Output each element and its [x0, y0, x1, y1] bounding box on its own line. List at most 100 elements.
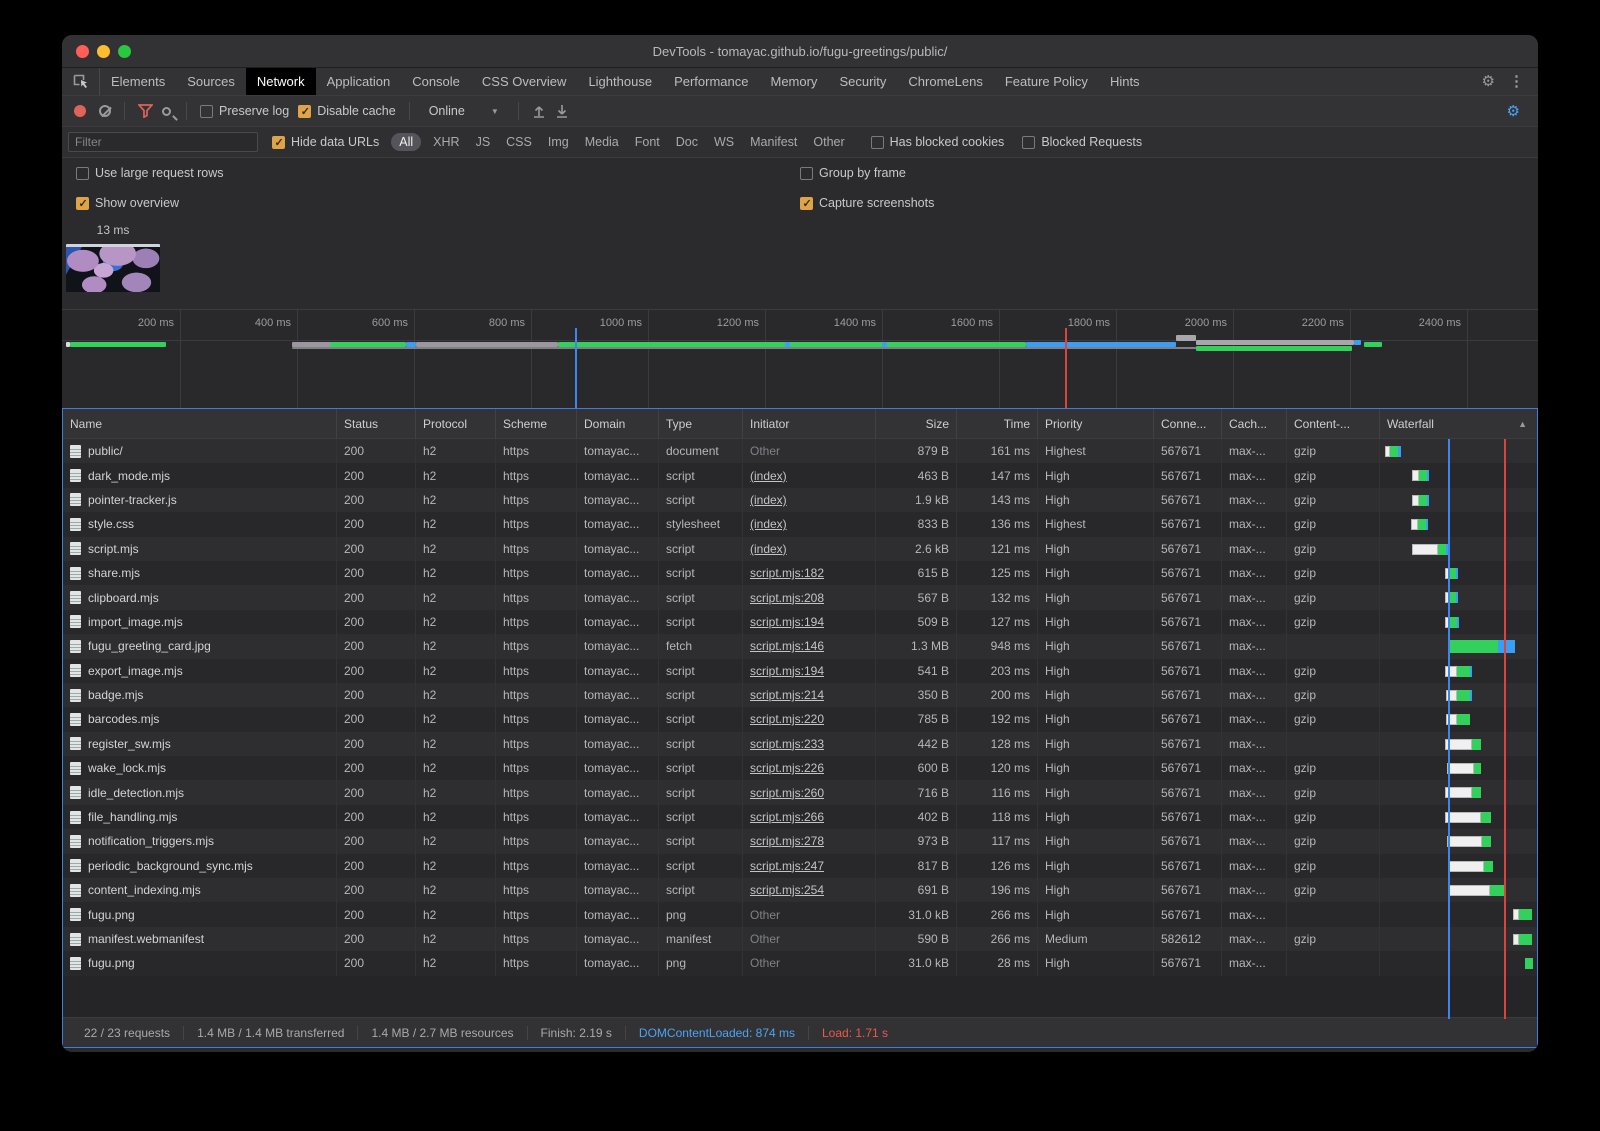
table-row[interactable]: fugu_greeting_card.jpg200h2httpstomayac.… — [63, 634, 1537, 658]
type-filter-ws[interactable]: WS — [706, 135, 742, 149]
request-name[interactable]: fugu.png — [88, 908, 135, 922]
export-har-icon[interactable] — [555, 104, 569, 118]
table-row[interactable]: clipboard.mjs200h2httpstomayac...scripts… — [63, 585, 1537, 609]
table-row[interactable]: share.mjs200h2httpstomayac...scriptscrip… — [63, 561, 1537, 585]
table-row[interactable]: barcodes.mjs200h2httpstomayac...scriptsc… — [63, 707, 1537, 731]
table-row[interactable]: register_sw.mjs200h2httpstomayac...scrip… — [63, 732, 1537, 756]
initiator-link[interactable]: script.mjs:266 — [750, 810, 824, 824]
type-filter-js[interactable]: JS — [468, 135, 499, 149]
tab-application[interactable]: Application — [316, 68, 402, 95]
initiator-link[interactable]: script.mjs:278 — [750, 834, 824, 848]
initiator-link[interactable]: script.mjs:194 — [750, 615, 824, 629]
column-header-domain[interactable]: Domain — [577, 409, 659, 438]
network-settings-gear-icon[interactable]: ⚙ — [1507, 102, 1526, 120]
hide-data-urls-checkbox[interactable]: Hide data URLs — [272, 135, 379, 149]
request-name[interactable]: manifest.webmanifest — [88, 932, 204, 946]
initiator-link[interactable]: (index) — [750, 469, 787, 483]
type-filter-manifest[interactable]: Manifest — [742, 135, 805, 149]
column-header-waterfall[interactable]: Waterfall▲ — [1380, 409, 1537, 438]
table-row[interactable]: fugu.png200h2httpstomayac...pngOther31.0… — [63, 951, 1537, 975]
initiator-link[interactable]: script.mjs:182 — [750, 566, 824, 580]
request-name[interactable]: register_sw.mjs — [88, 737, 171, 751]
tab-css-overview[interactable]: CSS Overview — [471, 68, 578, 95]
type-filter-media[interactable]: Media — [577, 135, 627, 149]
table-row[interactable]: notification_triggers.mjs200h2httpstomay… — [63, 829, 1537, 853]
table-row[interactable]: manifest.webmanifest200h2httpstomayac...… — [63, 927, 1537, 951]
column-header-status[interactable]: Status — [337, 409, 416, 438]
tab-elements[interactable]: Elements — [100, 68, 176, 95]
type-filter-all[interactable]: All — [391, 133, 421, 151]
screenshot-thumbnail[interactable] — [66, 244, 160, 292]
table-row[interactable]: file_handling.mjs200h2httpstomayac...scr… — [63, 805, 1537, 829]
tab-hints[interactable]: Hints — [1099, 68, 1151, 95]
group-by-frame-checkbox[interactable]: Group by frame — [800, 166, 906, 180]
initiator-link[interactable]: script.mjs:194 — [750, 664, 824, 678]
timeline-overview[interactable]: 200 ms400 ms600 ms800 ms1000 ms1200 ms14… — [62, 310, 1538, 408]
column-header-priority[interactable]: Priority — [1038, 409, 1154, 438]
clear-icon[interactable] — [99, 105, 111, 117]
table-row[interactable]: public/200h2httpstomayac...documentOther… — [63, 439, 1537, 463]
column-header-connection[interactable]: Conne... — [1154, 409, 1222, 438]
column-header-name[interactable]: Name — [63, 409, 337, 438]
table-row[interactable]: content_indexing.mjs200h2httpstomayac...… — [63, 878, 1537, 902]
more-options-icon[interactable]: ⋮ — [1509, 74, 1524, 89]
minimize-window-button[interactable] — [97, 45, 110, 58]
initiator-link[interactable]: (index) — [750, 517, 787, 531]
request-name[interactable]: badge.mjs — [88, 688, 143, 702]
close-window-button[interactable] — [76, 45, 89, 58]
table-row[interactable]: dark_mode.mjs200h2httpstomayac...script(… — [63, 463, 1537, 487]
initiator-link[interactable]: script.mjs:220 — [750, 712, 824, 726]
initiator-link[interactable]: script.mjs:247 — [750, 859, 824, 873]
table-row[interactable]: badge.mjs200h2httpstomayac...scriptscrip… — [63, 683, 1537, 707]
column-header-type[interactable]: Type — [659, 409, 743, 438]
type-filter-doc[interactable]: Doc — [668, 135, 706, 149]
column-header-time[interactable]: Time — [957, 409, 1038, 438]
show-overview-checkbox[interactable]: Show overview — [76, 196, 179, 210]
tab-memory[interactable]: Memory — [759, 68, 828, 95]
search-icon[interactable] — [162, 107, 171, 116]
tab-performance[interactable]: Performance — [663, 68, 759, 95]
throttling-select[interactable]: Online ▼ — [423, 104, 505, 118]
column-header-initiator[interactable]: Initiator — [743, 409, 876, 438]
request-name[interactable]: dark_mode.mjs — [88, 469, 170, 483]
type-filter-img[interactable]: Img — [540, 135, 577, 149]
filter-input[interactable] — [68, 132, 258, 152]
use-large-request-rows-checkbox[interactable]: Use large request rows — [76, 166, 224, 180]
request-name[interactable]: pointer-tracker.js — [88, 493, 177, 507]
preserve-log-checkbox[interactable]: Preserve log — [200, 104, 289, 118]
filter-funnel-icon[interactable] — [138, 104, 153, 118]
type-filter-xhr[interactable]: XHR — [425, 135, 467, 149]
column-header-cache[interactable]: Cach... — [1222, 409, 1287, 438]
request-name[interactable]: fugu.png — [88, 956, 135, 970]
tab-security[interactable]: Security — [828, 68, 897, 95]
type-filter-font[interactable]: Font — [627, 135, 668, 149]
table-row[interactable]: wake_lock.mjs200h2httpstomayac...scripts… — [63, 756, 1537, 780]
column-header-scheme[interactable]: Scheme — [496, 409, 577, 438]
request-name[interactable]: export_image.mjs — [88, 664, 183, 678]
request-name[interactable]: public/ — [88, 444, 123, 458]
disable-cache-checkbox[interactable]: Disable cache — [298, 104, 396, 118]
table-row[interactable]: style.css200h2httpstomayac...stylesheet(… — [63, 512, 1537, 536]
initiator-link[interactable]: script.mjs:146 — [750, 639, 824, 653]
titlebar[interactable]: DevTools - tomayac.github.io/fugu-greeti… — [62, 35, 1538, 68]
tab-chromelens[interactable]: ChromeLens — [897, 68, 993, 95]
request-name[interactable]: notification_triggers.mjs — [88, 834, 214, 848]
table-row[interactable]: pointer-tracker.js200h2httpstomayac...sc… — [63, 488, 1537, 512]
table-row[interactable]: periodic_background_sync.mjs200h2httpsto… — [63, 854, 1537, 878]
table-row[interactable]: fugu.png200h2httpstomayac...pngOther31.0… — [63, 902, 1537, 926]
request-name[interactable]: script.mjs — [88, 542, 139, 556]
column-header-protocol[interactable]: Protocol — [416, 409, 496, 438]
table-row[interactable]: script.mjs200h2httpstomayac...script(ind… — [63, 537, 1537, 561]
zoom-window-button[interactable] — [118, 45, 131, 58]
tab-lighthouse[interactable]: Lighthouse — [577, 68, 663, 95]
request-name[interactable]: fugu_greeting_card.jpg — [88, 639, 211, 653]
initiator-link[interactable]: script.mjs:214 — [750, 688, 824, 702]
request-name[interactable]: clipboard.mjs — [88, 591, 159, 605]
request-name[interactable]: style.css — [88, 517, 134, 531]
has-blocked-cookies-checkbox[interactable]: Has blocked cookies — [871, 135, 1005, 149]
request-name[interactable]: idle_detection.mjs — [88, 786, 184, 800]
blocked-requests-checkbox[interactable]: Blocked Requests — [1022, 135, 1142, 149]
table-row[interactable]: idle_detection.mjs200h2httpstomayac...sc… — [63, 780, 1537, 804]
request-name[interactable]: periodic_background_sync.mjs — [88, 859, 253, 873]
table-row[interactable]: export_image.mjs200h2httpstomayac...scri… — [63, 659, 1537, 683]
